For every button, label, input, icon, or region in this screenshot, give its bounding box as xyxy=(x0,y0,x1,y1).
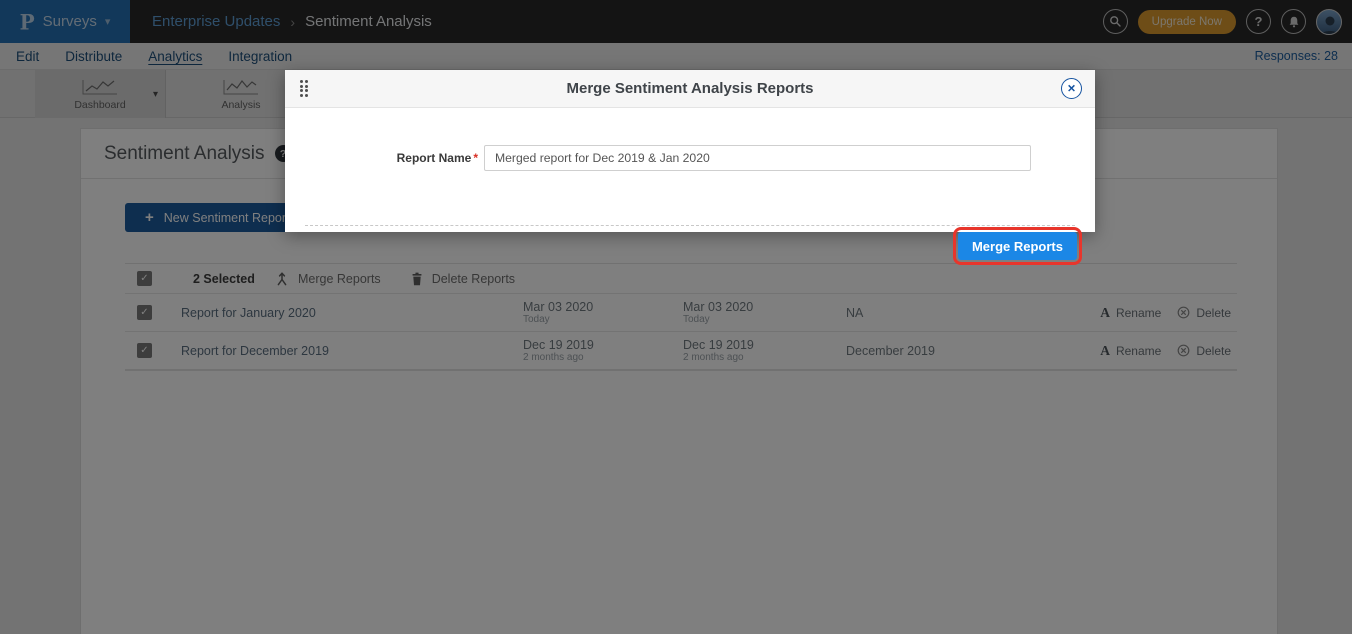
modal-footer-divider xyxy=(305,225,1075,226)
report-name-label: Report Name* xyxy=(285,151,478,165)
modal-body: Report Name* Merge Reports xyxy=(285,108,1095,232)
modal-close-button[interactable]: ✕ xyxy=(1061,78,1082,99)
merge-reports-modal: Merge Sentiment Analysis Reports ✕ Repor… xyxy=(285,70,1095,232)
required-marker: * xyxy=(473,151,478,165)
merge-reports-button[interactable]: Merge Reports xyxy=(958,232,1077,260)
modal-title: Merge Sentiment Analysis Reports xyxy=(566,80,813,97)
report-name-label-text: Report Name xyxy=(397,151,472,165)
modal-header: Merge Sentiment Analysis Reports ✕ xyxy=(285,70,1095,108)
report-name-input[interactable] xyxy=(484,145,1031,171)
close-icon: ✕ xyxy=(1067,83,1076,95)
drag-handle-icon[interactable] xyxy=(300,80,308,97)
